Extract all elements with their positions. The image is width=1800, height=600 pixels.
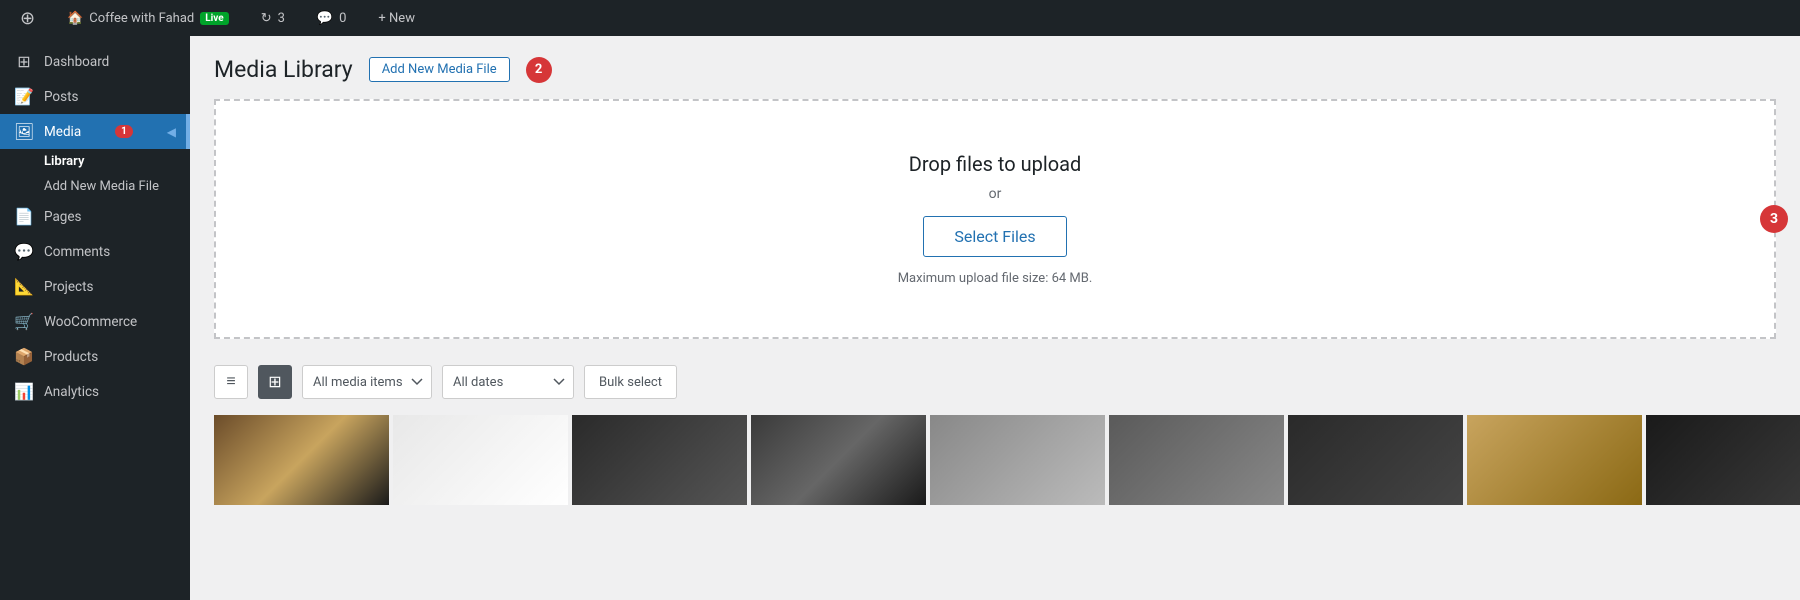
media-icon: 🖼 <box>14 122 34 141</box>
live-badge: Live <box>200 12 228 25</box>
sidebar-item-woocommerce[interactable]: 🛒 WooCommerce <box>0 304 190 339</box>
media-grid <box>214 415 1776 505</box>
sidebar-label-pages: Pages <box>44 209 82 225</box>
select-files-button[interactable]: Select Files <box>923 216 1066 257</box>
media-thumb-9[interactable] <box>1646 415 1800 505</box>
dashboard-icon: ⊞ <box>14 52 34 71</box>
sidebar-label-comments: Comments <box>44 244 110 260</box>
page-title: Media Library <box>214 56 353 83</box>
adminbar-wp-logo[interactable]: ⊕ <box>12 0 43 36</box>
media-thumb-3[interactable] <box>572 415 747 505</box>
media-thumb-4[interactable] <box>751 415 926 505</box>
wp-logo-icon: ⊕ <box>20 8 35 29</box>
adminbar-sync[interactable]: ↻ 3 <box>253 0 293 36</box>
media-submenu: Library Add New Media File <box>0 149 190 199</box>
page-header: Media Library Add New Media File 2 <box>214 56 1776 83</box>
site-name-label: Coffee with Fahad <box>89 11 194 26</box>
comment-icon: 💬 <box>317 11 333 26</box>
adminbar-site-name[interactable]: 🏠 Coffee with Fahad Live <box>59 0 237 36</box>
media-thumb-5[interactable] <box>930 415 1105 505</box>
sidebar-label-analytics: Analytics <box>44 384 99 400</box>
media-thumb-6[interactable] <box>1109 415 1284 505</box>
drop-zone[interactable]: Drop files to upload or Select Files Max… <box>214 99 1776 339</box>
posts-icon: 📝 <box>14 87 34 106</box>
sidebar-label-projects: Projects <box>44 279 94 295</box>
list-view-icon: ≡ <box>226 373 235 391</box>
media-thumb-1[interactable] <box>214 415 389 505</box>
dropzone-badge: 3 <box>1760 205 1788 233</box>
sidebar-item-products[interactable]: 📦 Products <box>0 339 190 374</box>
add-new-media-button[interactable]: Add New Media File <box>369 57 510 82</box>
sidebar-item-projects[interactable]: 📐 Projects <box>0 269 190 304</box>
content-wrap: Media Library Add New Media File 2 Drop … <box>190 36 1800 525</box>
media-badge: 1 <box>115 125 133 138</box>
menu-arrow-icon: ◀ <box>167 125 176 139</box>
grid-view-icon: ⊞ <box>268 372 281 392</box>
home-icon: 🏠 <box>67 11 83 26</box>
drop-zone-content: Drop files to upload or Select Files Max… <box>898 152 1093 286</box>
sidebar-item-analytics[interactable]: 📊 Analytics <box>0 374 190 409</box>
grid-view-button[interactable]: ⊞ <box>258 365 292 399</box>
sidebar-label-woocommerce: WooCommerce <box>44 314 137 330</box>
sidebar-item-comments[interactable]: 💬 Comments <box>0 234 190 269</box>
sidebar-item-posts[interactable]: 📝 Posts <box>0 79 190 114</box>
media-toolbar: ≡ ⊞ All media items Images Audio Video D… <box>214 355 1776 411</box>
adminbar-new[interactable]: + New <box>370 0 423 36</box>
drop-text: Drop files to upload <box>898 152 1093 176</box>
adminbar-comments[interactable]: 💬 0 <box>309 0 355 36</box>
max-upload-text: Maximum upload file size: 64 MB. <box>898 271 1093 286</box>
pages-icon: 📄 <box>14 207 34 226</box>
list-view-button[interactable]: ≡ <box>214 365 248 399</box>
sidebar-label-posts: Posts <box>44 89 78 105</box>
analytics-icon: 📊 <box>14 382 34 401</box>
sidebar-label-products: Products <box>44 349 98 365</box>
media-thumb-7[interactable] <box>1288 415 1463 505</box>
sidebar-label-media: Media <box>44 124 81 140</box>
new-label: + New <box>378 11 415 26</box>
main-content: Media Library Add New Media File 2 Drop … <box>190 36 1800 600</box>
products-icon: 📦 <box>14 347 34 366</box>
admin-bar: ⊕ 🏠 Coffee with Fahad Live ↻ 3 💬 0 + New <box>0 0 1800 36</box>
media-type-filter[interactable]: All media items Images Audio Video Docum… <box>302 365 432 399</box>
woocommerce-icon: 🛒 <box>14 312 34 331</box>
wp-layout: ⊞ Dashboard 📝 Posts 🖼 Media 1 ◀ Library … <box>0 36 1800 600</box>
sidebar-item-media[interactable]: 🖼 Media 1 ◀ <box>0 114 190 149</box>
date-filter[interactable]: All dates January 2024 December 2023 <box>442 365 574 399</box>
sync-icon: ↻ <box>261 11 272 26</box>
drop-or-text: or <box>898 186 1093 202</box>
sidebar-label-dashboard: Dashboard <box>44 54 109 70</box>
sidebar-item-dashboard[interactable]: ⊞ Dashboard <box>0 44 190 79</box>
comments-icon: 💬 <box>14 242 34 261</box>
media-thumb-8[interactable] <box>1467 415 1642 505</box>
sidebar-item-pages[interactable]: 📄 Pages <box>0 199 190 234</box>
sync-count: 3 <box>278 11 285 26</box>
notification-badge: 2 <box>526 57 552 83</box>
submenu-add-new[interactable]: Add New Media File <box>0 174 190 199</box>
bulk-select-button[interactable]: Bulk select <box>584 365 677 399</box>
media-thumb-2[interactable] <box>393 415 568 505</box>
admin-menu: ⊞ Dashboard 📝 Posts 🖼 Media 1 ◀ Library … <box>0 36 190 600</box>
comment-count: 0 <box>339 11 346 26</box>
projects-icon: 📐 <box>14 277 34 296</box>
submenu-library[interactable]: Library <box>0 149 190 174</box>
